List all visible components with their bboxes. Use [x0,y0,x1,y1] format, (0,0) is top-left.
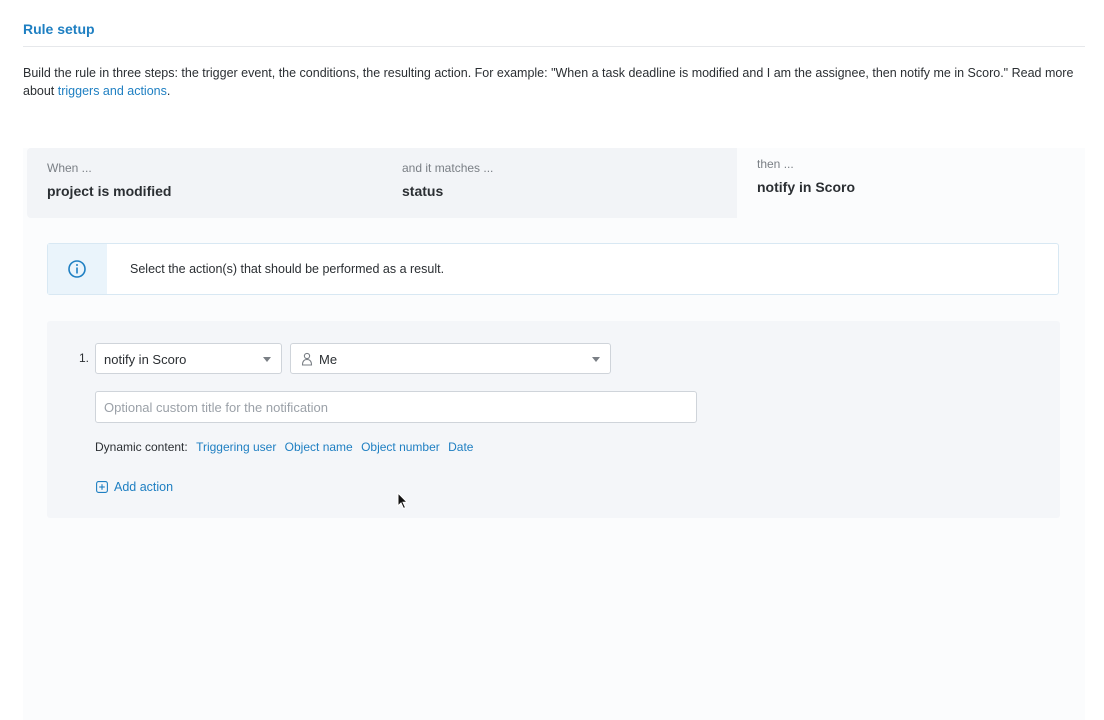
intro-suffix: . [166,84,171,98]
dynamic-item-triggering-user[interactable]: Triggering user [196,440,276,454]
step-then-caption: then ... [757,157,794,171]
add-action-label: Add action [114,480,174,494]
dynamic-content-label: Dynamic content: [95,440,188,454]
user-icon [301,352,313,366]
step-when[interactable]: When ... project is modified [47,161,171,199]
notification-title-input[interactable] [95,391,697,423]
step-when-value: project is modified [47,183,172,199]
step-conditions-value: status [402,183,444,199]
section-title: Rule setup [23,21,95,37]
dynamic-item-date[interactable]: Date [448,440,473,454]
plus-square-icon [96,481,108,493]
info-icon [68,260,86,278]
step-then-value: notify in Scoro [757,179,855,195]
info-banner: Select the action(s) that should be perf… [47,243,1059,295]
triggers-and-actions-link[interactable]: triggers and actions [58,84,167,98]
action-number: 1. [79,351,90,365]
step-conditions-caption: and it matches ... [402,161,494,175]
mouse-cursor-icon [397,492,409,510]
step-then[interactable]: then ... notify in Scoro [757,157,855,195]
rule-setup-page: Rule setup Build the rule in three steps… [0,0,1104,720]
dynamic-content: Dynamic content: Triggering user Object … [95,440,473,454]
add-action-button[interactable]: Add action [96,480,173,494]
action-type-value: notify in Scoro [104,352,187,367]
info-message: Select the action(s) that should be perf… [130,262,445,276]
dynamic-item-object-number[interactable]: Object number [361,440,440,454]
step-conditions[interactable]: and it matches ... status [402,161,493,199]
info-icon-cell [48,244,107,294]
intro-text: Build the rule in three steps: the trigg… [23,64,1083,100]
chevron-down-icon [263,357,271,362]
chevron-down-icon [592,357,600,362]
intro-body: Build the rule in three steps: the trigg… [23,66,1074,98]
dynamic-item-object-name[interactable]: Object name [285,440,353,454]
recipient-value: Me [319,352,338,367]
step-when-caption: When ... [47,161,92,175]
divider [23,46,1085,47]
recipient-select[interactable]: Me [290,343,611,374]
action-type-select[interactable]: notify in Scoro [95,343,282,374]
